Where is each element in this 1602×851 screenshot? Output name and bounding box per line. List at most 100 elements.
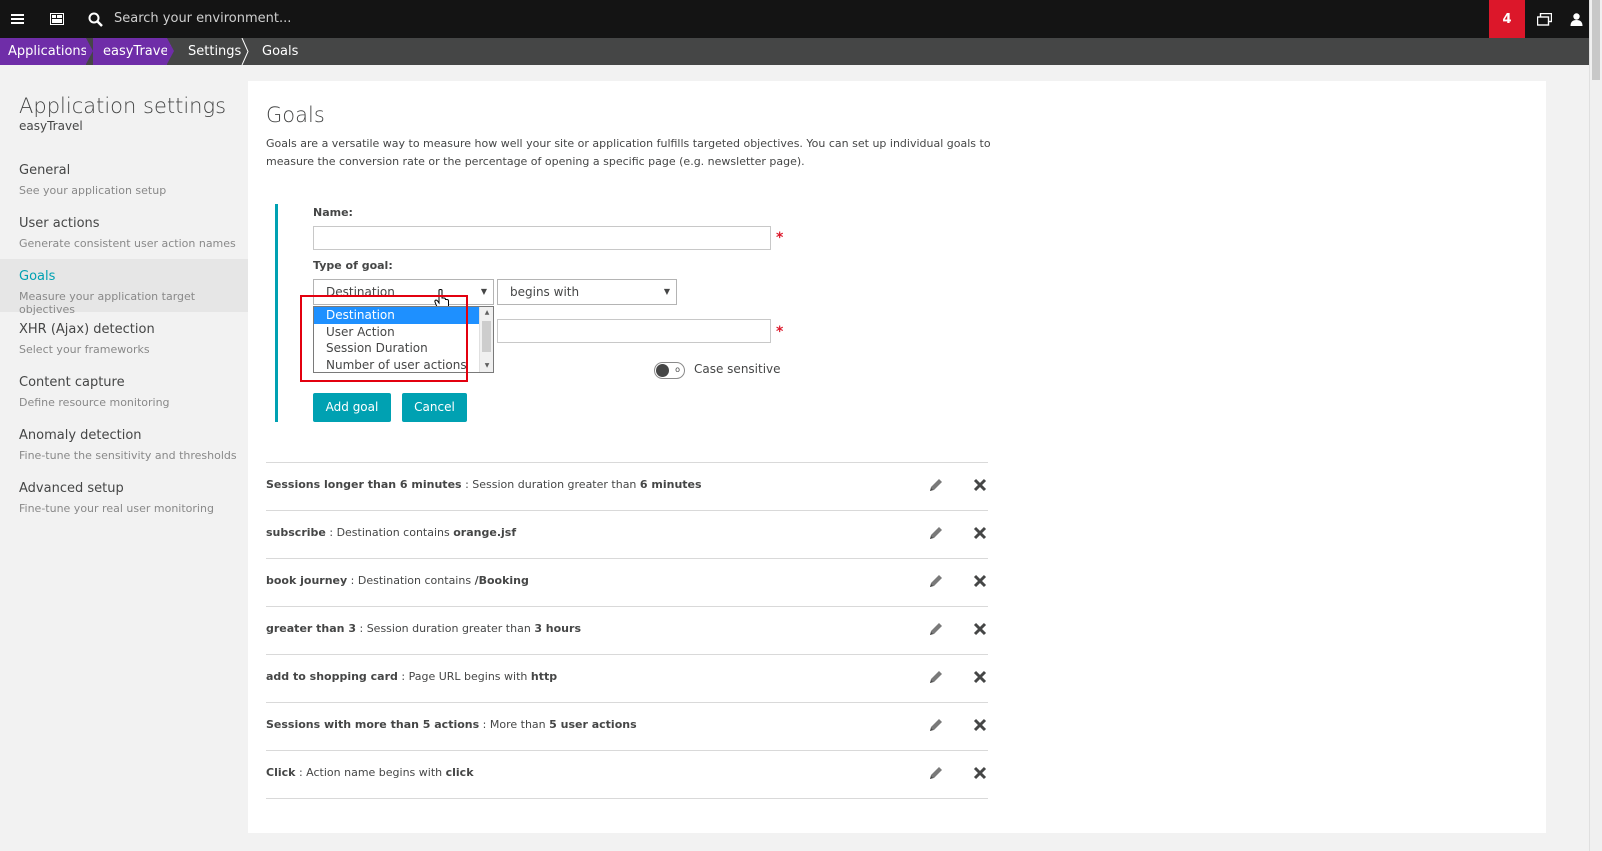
sidebar-title: Application settings — [19, 94, 227, 118]
sidebar-item-label: General — [19, 163, 71, 178]
add-goal-button[interactable]: Add goal — [313, 393, 391, 422]
goal-list-divider — [266, 798, 988, 799]
goal-name: subscribe — [266, 526, 326, 539]
goal-list-row: subscribe : Destination contains orange.… — [266, 510, 988, 558]
sidebar-item-content-capture[interactable]: Content capture Define resource monitori… — [0, 365, 248, 418]
goal-description: add to shopping card : Page URL begins w… — [266, 670, 557, 683]
page-title: Goals — [266, 103, 325, 127]
delete-x-icon[interactable] — [972, 525, 988, 541]
goal-separator: : — [347, 574, 358, 587]
goal-separator: : — [355, 622, 367, 635]
dropdown-scroll-thumb[interactable] — [482, 321, 491, 352]
delete-x-icon[interactable] — [972, 765, 988, 781]
sidebar-item-desc: Generate consistent user action names — [19, 237, 236, 250]
sidebar-item-anomaly-detection[interactable]: Anomaly detection Fine-tune the sensitiv… — [0, 418, 248, 471]
goal-list-row: add to shopping card : Page URL begins w… — [266, 654, 988, 702]
required-marker: * — [776, 230, 784, 246]
name-label: Name: — [313, 206, 353, 219]
search-input[interactable] — [114, 0, 614, 38]
breadcrumb: Applications easyTravel Settings Goals — [0, 38, 1602, 65]
toggle-off-indicator: o — [675, 365, 680, 374]
edit-pencil-icon[interactable] — [928, 765, 944, 781]
delete-x-icon[interactable] — [972, 477, 988, 493]
goal-condition: Destination contains — [336, 526, 454, 539]
user-icon[interactable] — [1563, 0, 1589, 38]
search-icon[interactable] — [78, 0, 112, 38]
goal-description: greater than 3 : Session duration greate… — [266, 622, 581, 635]
top-bar: 4 — [0, 0, 1602, 38]
goal-separator: : — [397, 670, 409, 683]
goal-value-input[interactable] — [497, 319, 771, 343]
goal-description: book journey : Destination contains /Boo… — [266, 574, 529, 587]
goal-list-row: Sessions with more than 5 actions : More… — [266, 702, 988, 750]
goal-value: /Booking — [474, 574, 529, 587]
page-scroll-thumb[interactable] — [1592, 0, 1600, 80]
sidebar-item-label: Advanced setup — [19, 481, 124, 496]
name-input[interactable] — [313, 226, 771, 250]
goal-description: Click : Action name begins with click — [266, 766, 474, 779]
type-of-goal-label: Type of goal: — [313, 259, 393, 272]
case-sensitive-label: Case sensitive — [694, 362, 781, 376]
goal-separator: : — [461, 478, 473, 491]
sidebar-item-desc: See your application setup — [19, 184, 167, 197]
goal-condition: Page URL begins with — [408, 670, 531, 683]
goal-name: Click — [266, 766, 296, 779]
sidebar-item-desc: Fine-tune your real user monitoring — [19, 502, 214, 515]
sidebar-item-user-actions[interactable]: User actions Generate consistent user ac… — [0, 206, 248, 259]
delete-x-icon[interactable] — [972, 573, 988, 589]
sidebar-item-general[interactable]: General See your application setup — [0, 153, 248, 206]
case-sensitive-toggle[interactable]: o — [654, 362, 685, 379]
sidebar-item-label: User actions — [19, 216, 100, 231]
goal-value: orange.jsf — [453, 526, 517, 539]
goal-name: add to shopping card — [266, 670, 398, 683]
goal-list-row: book journey : Destination contains /Boo… — [266, 558, 988, 606]
goal-value: 5 user actions — [549, 718, 637, 731]
breadcrumb-applications[interactable]: Applications — [0, 38, 87, 65]
edit-pencil-icon[interactable] — [928, 717, 944, 733]
dropdown-scrollbar[interactable]: ▲ ▼ — [479, 307, 493, 372]
chevron-right-icon — [241, 38, 249, 65]
breadcrumb-settings[interactable]: Settings — [188, 38, 241, 65]
scroll-up-icon[interactable]: ▲ — [480, 307, 494, 319]
goal-value: 6 minutes — [639, 478, 702, 491]
goal-condition: Session duration greater than — [472, 478, 640, 491]
breadcrumb-separator — [167, 38, 174, 64]
goal-description: Sessions longer than 6 minutes : Session… — [266, 478, 702, 491]
edit-pencil-icon[interactable] — [928, 477, 944, 493]
goal-condition: Action name begins with — [306, 766, 446, 779]
goal-list-row: Sessions longer than 6 minutes : Session… — [266, 462, 988, 510]
edit-pencil-icon[interactable] — [928, 573, 944, 589]
scroll-down-icon[interactable]: ▼ — [480, 360, 494, 372]
goal-condition: Destination contains — [357, 574, 475, 587]
page-scrollbar[interactable] — [1589, 0, 1602, 851]
edit-pencil-icon[interactable] — [928, 669, 944, 685]
sidebar-item-desc: Select your frameworks — [19, 343, 150, 356]
condition-value: begins with — [510, 285, 580, 299]
delete-x-icon[interactable] — [972, 669, 988, 685]
edit-pencil-icon[interactable] — [928, 621, 944, 637]
dashboard-icon[interactable] — [40, 0, 74, 38]
sidebar-item-goals[interactable]: Goals Measure your application target ob… — [0, 259, 248, 316]
sidebar-item-advanced-setup[interactable]: Advanced setup Fine-tune your real user … — [0, 471, 248, 524]
intro-text: Goals are a versatile way to measure how… — [266, 137, 991, 168]
breadcrumb-easytravel[interactable]: easyTravel — [93, 38, 172, 65]
cancel-button[interactable]: Cancel — [402, 393, 467, 422]
condition-select[interactable]: begins with ▼ — [497, 279, 677, 305]
sidebar-item-desc: Fine-tune the sensitivity and thresholds — [19, 449, 237, 462]
settings-sidebar: Application settings easyTravel General … — [0, 65, 248, 851]
sidebar-item-xhr-detection[interactable]: XHR (Ajax) detection Select your framewo… — [0, 312, 248, 365]
windows-icon[interactable] — [1527, 0, 1561, 38]
goal-description: subscribe : Destination contains orange.… — [266, 526, 516, 539]
caret-down-icon: ▼ — [663, 287, 670, 296]
form-accent-bar — [275, 204, 278, 422]
edit-pencil-icon[interactable] — [928, 525, 944, 541]
goal-value: click — [445, 766, 474, 779]
goal-name: Sessions with more than 5 actions — [266, 718, 480, 731]
hamburger-icon[interactable] — [0, 0, 34, 38]
delete-x-icon[interactable] — [972, 621, 988, 637]
goal-name: Sessions longer than 6 minutes — [266, 478, 462, 491]
goal-description: Sessions with more than 5 actions : More… — [266, 718, 637, 731]
delete-x-icon[interactable] — [972, 717, 988, 733]
sidebar-item-label: Anomaly detection — [19, 428, 142, 443]
sidebar-subtitle: easyTravel — [19, 119, 83, 133]
